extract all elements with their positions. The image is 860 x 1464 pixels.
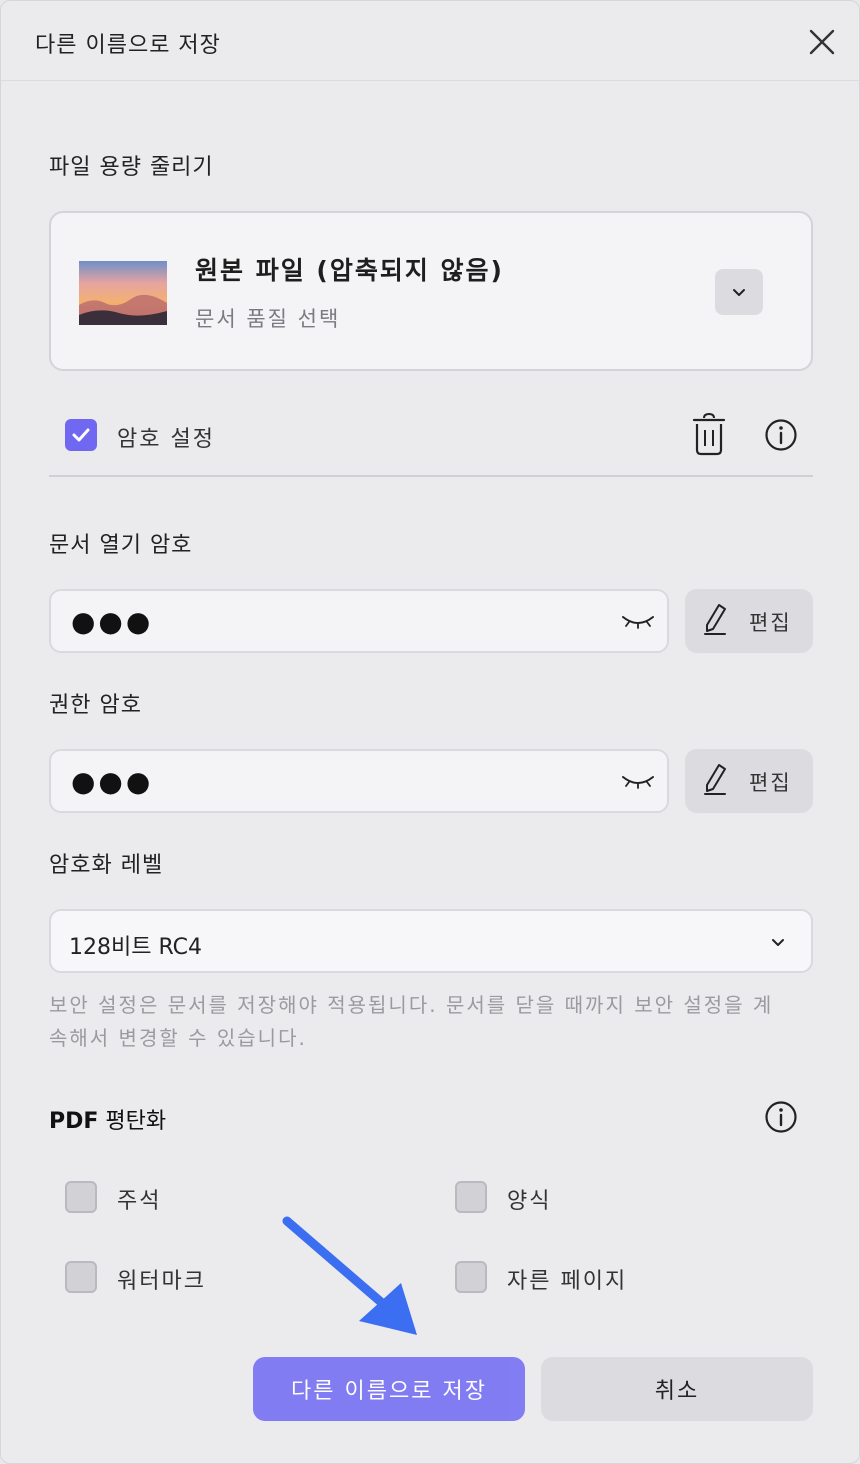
flatten-forms-label: 양식 — [507, 1189, 552, 1214]
flatten-annotations-label: 주석 — [117, 1189, 162, 1214]
encryption-level-label: 암호화 레벨 — [49, 853, 164, 878]
flatten-label-pdf: PDF — [49, 1109, 99, 1134]
encryption-level-value: 128비트 RC4 — [69, 935, 203, 960]
pencil-icon — [704, 764, 726, 795]
info-icon — [765, 1101, 797, 1133]
edit-label: 편집 — [749, 771, 792, 795]
encryption-level-select[interactable]: 128비트 RC4 — [49, 909, 813, 973]
dialog-titlebar: 다른 이름으로 저장 — [1, 1, 859, 81]
permission-password-field[interactable]: ●●● — [49, 749, 669, 813]
chevron-down-icon — [772, 939, 784, 946]
open-password-field[interactable]: ●●● — [49, 589, 669, 653]
open-password-label: 문서 열기 암호 — [49, 533, 193, 558]
quality-option-title: 원본 파일 (압축되지 않음) — [195, 256, 504, 285]
flatten-watermark-label: 워터마크 — [117, 1269, 206, 1294]
save-as-dialog: 다른 이름으로 저장 파일 용량 줄리기 원본 파일 (압축되지 않음) 문서 … — [0, 0, 860, 1464]
eye-closed-icon[interactable] — [621, 771, 655, 791]
quality-dropdown-button[interactable] — [715, 269, 763, 315]
permission-password-label: 권한 암호 — [49, 693, 142, 718]
flatten-forms-checkbox[interactable] — [455, 1181, 487, 1213]
edit-label: 편집 — [749, 611, 792, 635]
flatten-label-text: 평탄화 — [98, 1109, 167, 1134]
pencil-icon — [704, 604, 726, 635]
flatten-watermark-checkbox[interactable] — [65, 1261, 97, 1293]
flatten-info-button[interactable] — [763, 1099, 799, 1135]
check-icon — [72, 428, 90, 442]
delete-password-button[interactable] — [689, 411, 729, 457]
quality-option-subtitle: 문서 품질 선택 — [195, 307, 341, 331]
flatten-cropped-pages-label: 자른 페이지 — [507, 1269, 628, 1294]
password-checkbox-label: 암호 설정 — [117, 427, 215, 452]
flatten-annotations-checkbox[interactable] — [65, 1181, 97, 1213]
flatten-cropped-pages-checkbox[interactable] — [455, 1261, 487, 1293]
quality-selector[interactable]: 원본 파일 (압축되지 않음) 문서 품질 선택 — [49, 211, 813, 371]
compress-label: 파일 용량 줄리기 — [49, 155, 214, 180]
quality-thumbnail — [79, 261, 167, 325]
dialog-title: 다른 이름으로 저장 — [35, 33, 221, 58]
trash-icon — [692, 412, 726, 456]
save-as-button[interactable]: 다른 이름으로 저장 — [253, 1357, 525, 1421]
security-note: 보안 설정은 문서를 저장해야 적용됩니다. 문서를 닫을 때까지 보안 설정을… — [49, 993, 774, 1050]
info-icon — [765, 419, 797, 451]
edit-permission-password-button[interactable]: 편집 — [685, 749, 813, 813]
close-icon — [809, 29, 835, 55]
permission-password-value: ●●● — [71, 765, 154, 798]
close-button[interactable] — [805, 25, 839, 59]
annotation-arrow-icon — [282, 1216, 417, 1335]
eye-closed-icon[interactable] — [621, 611, 655, 631]
section-divider — [49, 475, 813, 477]
flatten-label: PDF 평탄화 — [49, 1103, 166, 1135]
password-checkbox[interactable] — [65, 419, 97, 451]
open-password-value: ●●● — [71, 605, 154, 638]
chevron-down-icon — [733, 289, 745, 296]
edit-open-password-button[interactable]: 편집 — [685, 589, 813, 653]
cancel-button[interactable]: 취소 — [541, 1357, 813, 1421]
password-info-button[interactable] — [763, 417, 799, 453]
